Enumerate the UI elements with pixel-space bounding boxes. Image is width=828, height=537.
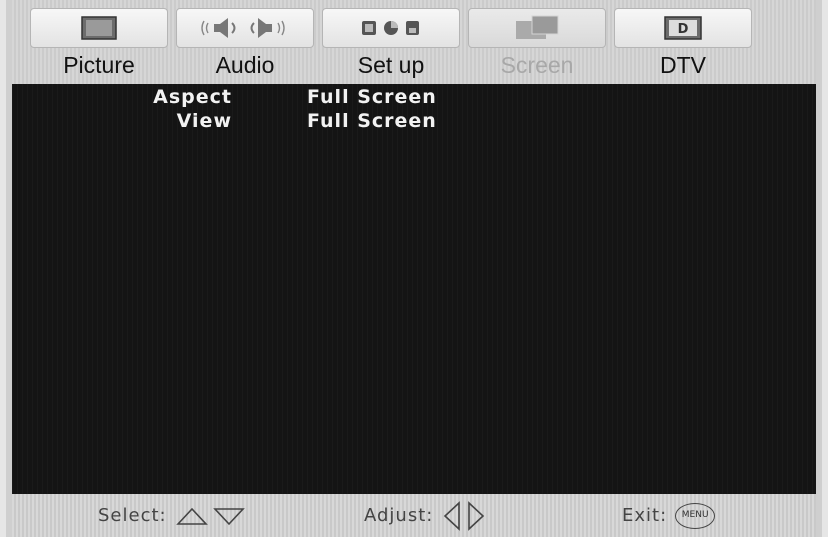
tab-dtv-icon-box: D xyxy=(614,8,752,48)
help-adjust: Adjust: xyxy=(364,494,489,537)
menu-tab-bar: Picture Audio Set up Screen D DTV xyxy=(12,0,816,84)
menu-item-label: Aspect xyxy=(153,86,232,108)
svg-text:D: D xyxy=(678,22,689,37)
tab-audio[interactable]: Audio xyxy=(172,0,318,84)
tab-screen-icon-box xyxy=(468,8,606,48)
tab-setup-icon-box xyxy=(322,8,460,48)
help-exit: Exit: MENU xyxy=(622,494,716,537)
help-exit-label: Exit: xyxy=(622,505,668,526)
tv-osd-screen: Picture Audio Set up Screen D DTV Aspect… xyxy=(0,0,828,537)
help-select: Select: xyxy=(98,494,247,537)
tab-label: Set up xyxy=(357,52,425,78)
menu-key-icon: MENU xyxy=(675,502,716,529)
help-adjust-label: Adjust: xyxy=(364,505,434,526)
screen-aspect-icon xyxy=(516,15,559,39)
menu-item-value: Full Screen xyxy=(307,110,437,132)
tab-picture[interactable]: Picture xyxy=(26,0,172,84)
menu-item-label: View xyxy=(176,110,232,132)
dtv-icon: D xyxy=(664,16,702,40)
help-select-label: Select: xyxy=(98,505,167,526)
menu-item-value: Full Screen xyxy=(307,86,437,108)
menu-row-aspect[interactable]: Aspect Full Screen xyxy=(12,86,472,112)
tab-label: Screen xyxy=(500,52,574,78)
tab-label: Audio xyxy=(215,52,275,78)
tab-dtv[interactable]: D DTV xyxy=(610,0,756,84)
tab-label: DTV xyxy=(660,52,706,78)
menu-content-area: Aspect Full Screen View Full Screen xyxy=(12,84,816,494)
tab-label: Picture xyxy=(63,52,135,78)
up-down-arrows-icon xyxy=(175,507,245,525)
tab-picture-icon-box xyxy=(30,8,168,48)
tab-setup[interactable]: Set up xyxy=(318,0,464,84)
tv-screen-icon xyxy=(81,16,117,40)
tab-audio-icon-box xyxy=(176,8,314,48)
setup-icon xyxy=(362,21,419,35)
tab-screen[interactable]: Screen xyxy=(464,0,610,84)
speaker-icon xyxy=(201,18,285,38)
help-bar: Select: Adjust: Exit: MENU xyxy=(12,494,816,537)
left-right-arrows-icon xyxy=(444,500,485,531)
menu-row-view[interactable]: View Full Screen xyxy=(12,110,472,136)
